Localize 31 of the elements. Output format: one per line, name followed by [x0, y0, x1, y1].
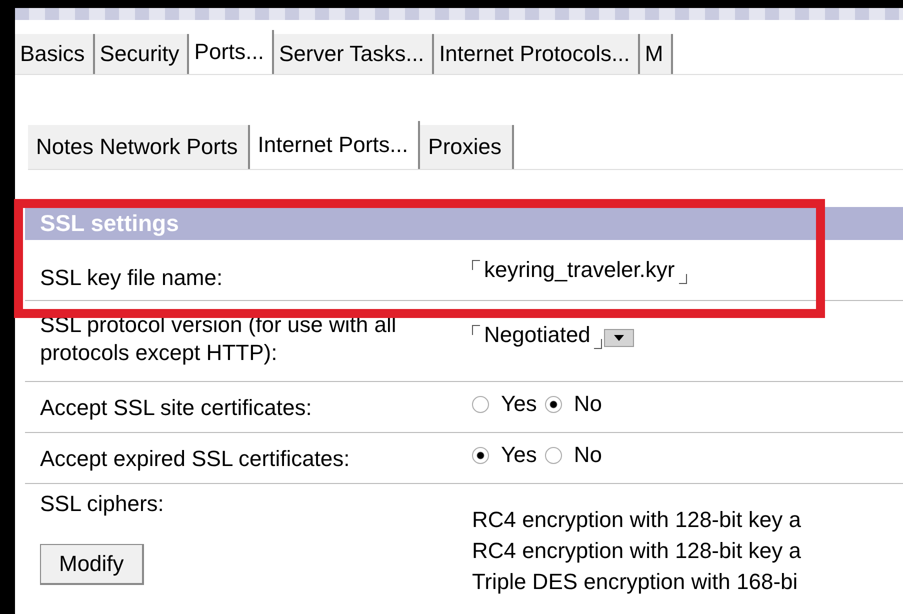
- corner-icon: [472, 260, 480, 270]
- tab[interactable]: Internet Protocols...: [434, 34, 640, 74]
- modify-button[interactable]: Modify: [40, 544, 144, 585]
- field-label: Accept SSL site certificates:: [40, 394, 312, 422]
- option-label: No: [574, 390, 602, 418]
- option-label: Yes: [501, 441, 537, 469]
- section-header: SSL settings: [25, 207, 903, 240]
- field-value[interactable]: keyring_traveler.kyr: [480, 256, 679, 284]
- cipher-item: RC4 encryption with 128-bit key a: [472, 506, 801, 534]
- radio-button[interactable]: [544, 446, 562, 464]
- field-label: SSL ciphers:: [40, 490, 164, 518]
- radio-button[interactable]: [472, 446, 489, 464]
- cipher-item: RC4 encryption with 128-bit key a: [472, 537, 801, 565]
- option-label: Yes: [501, 390, 537, 418]
- field-label: SSL key file name:: [40, 264, 223, 292]
- tab[interactable]: Proxies: [420, 125, 514, 169]
- tab[interactable]: Security: [94, 34, 190, 74]
- cipher-item: Triple DES encryption with 168-bi: [472, 568, 799, 596]
- corner-icon: [472, 325, 480, 335]
- tab[interactable]: Server Tasks...: [274, 34, 434, 74]
- tab[interactable]: Notes Network Ports: [28, 125, 250, 169]
- radio-button[interactable]: [472, 396, 489, 412]
- tab[interactable]: Basics: [15, 34, 95, 74]
- field-value[interactable]: Negotiated: [480, 321, 594, 349]
- dropdown-icon[interactable]: [604, 329, 634, 347]
- tab[interactable]: M: [640, 34, 674, 74]
- option-label: No: [574, 441, 602, 469]
- corner-icon: [678, 274, 687, 284]
- radio-button[interactable]: [544, 396, 562, 412]
- field-label: Accept expired SSL certificates:: [40, 445, 350, 473]
- corner-icon: [594, 339, 602, 349]
